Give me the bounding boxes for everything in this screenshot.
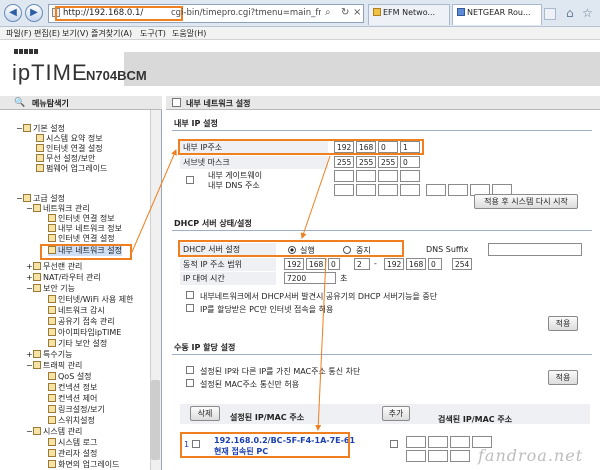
watermark: fandroa.net (478, 446, 584, 465)
annotation-arrows (131, 149, 331, 431)
